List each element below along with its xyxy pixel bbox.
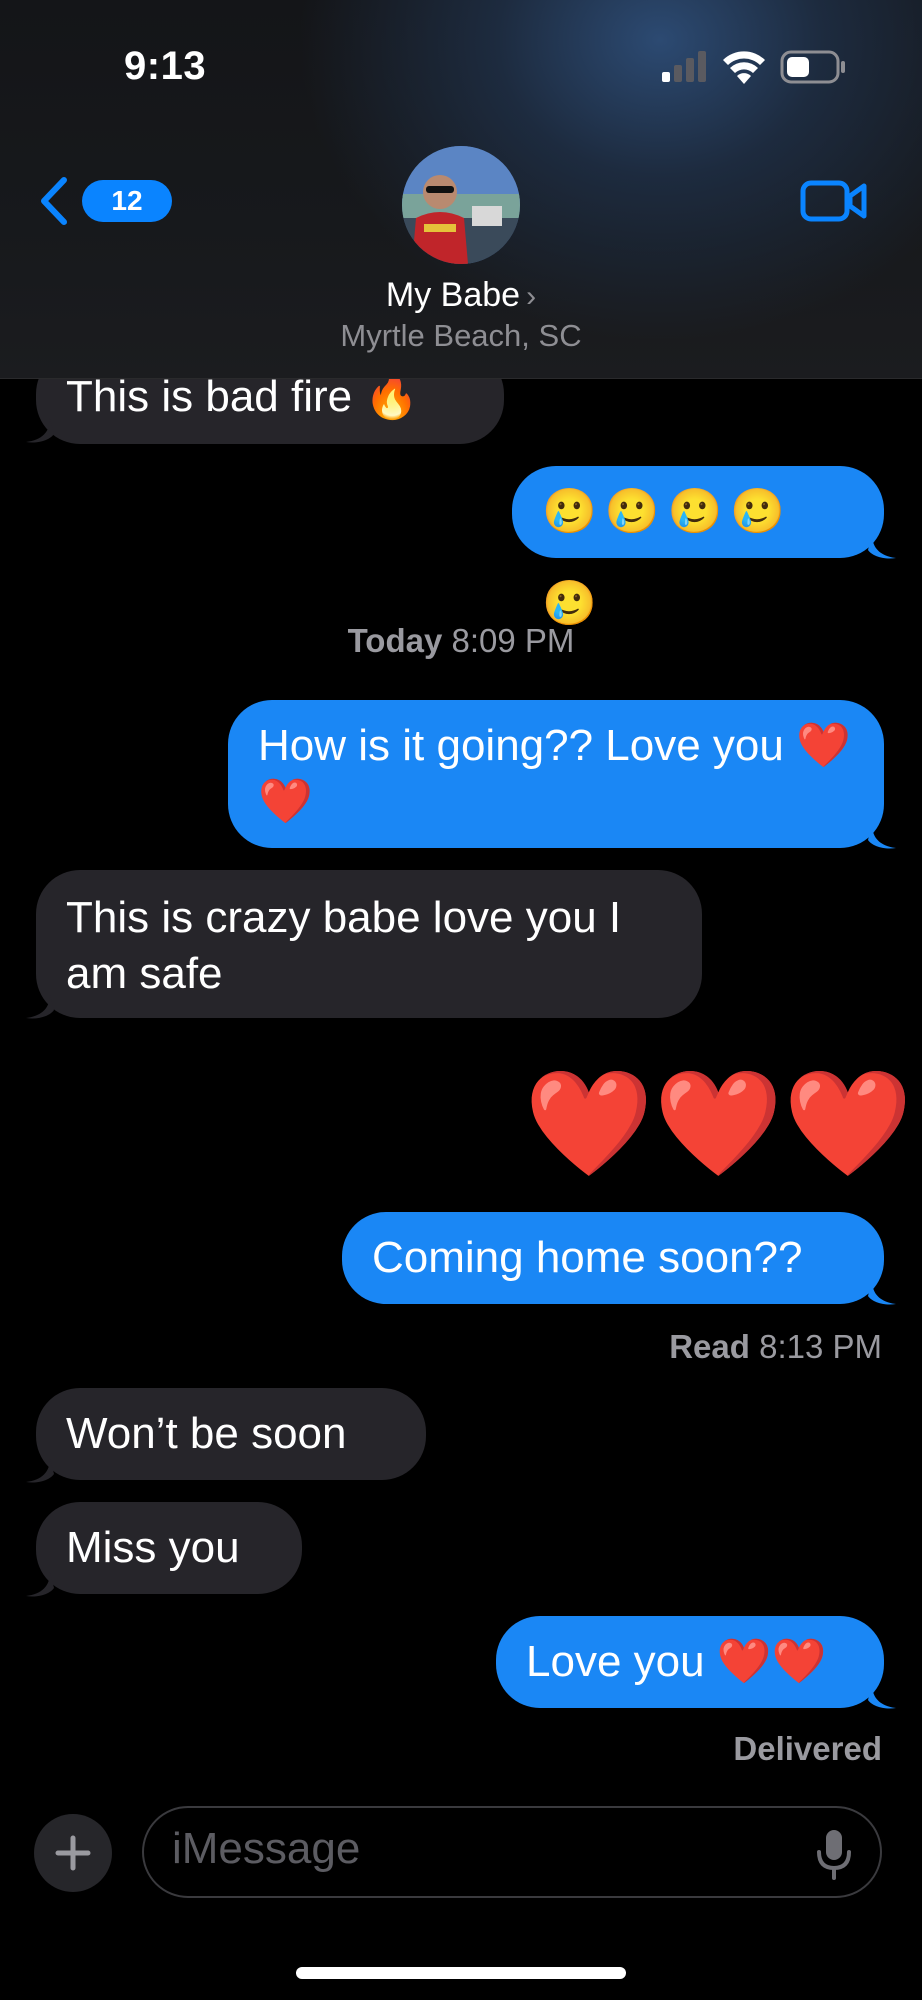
bubble-tail — [26, 994, 54, 1019]
message-bubble-incoming[interactable]: Miss you — [36, 1502, 302, 1594]
message-text: Miss you — [66, 1523, 240, 1572]
read-time: 8:13 PM — [759, 1328, 882, 1365]
wifi-icon — [723, 51, 765, 84]
timestamp-day: Today — [347, 622, 443, 659]
cellular-signal-icon — [662, 51, 706, 82]
input-placeholder: iMessage — [172, 1824, 361, 1873]
message-text: Coming home soon?? — [372, 1233, 803, 1282]
apps-plus-button[interactable] — [34, 1814, 112, 1892]
contact-name[interactable]: My Babe › — [0, 276, 922, 315]
message-text: How is it going?? Love you ❤️❤️ — [258, 721, 851, 826]
bubble-tail — [26, 418, 54, 443]
read-label: Read — [669, 1328, 750, 1365]
chevron-left-icon — [41, 177, 67, 225]
bubble-tail — [26, 1572, 54, 1597]
message-text: This is bad fire 🔥 — [66, 372, 420, 421]
bubble-tail — [868, 1684, 896, 1709]
message-bubble-outgoing[interactable]: 🥲🥲🥲🥲🥲 — [512, 466, 884, 628]
message-bubble-incoming[interactable]: Won’t be soon — [36, 1388, 426, 1480]
jumbo-emoji-message[interactable]: ❤️❤️❤️ — [524, 1064, 912, 1184]
home-indicator[interactable] — [296, 1967, 626, 1979]
battery-icon — [780, 50, 845, 84]
contact-avatar[interactable] — [402, 146, 520, 264]
microphone-icon[interactable] — [816, 1828, 852, 1880]
bubble-tail — [868, 1280, 896, 1305]
bubble-tail — [868, 824, 896, 849]
message-bubble-incoming[interactable]: This is crazy babe love you I am safe — [36, 870, 702, 1018]
message-text: Love you ❤️❤️ — [526, 1637, 827, 1686]
bubble-tail — [26, 1458, 54, 1483]
message-bubble-outgoing[interactable]: How is it going?? Love you ❤️❤️ — [228, 700, 884, 848]
unread-count-badge: 12 — [82, 180, 172, 222]
facetime-video-icon[interactable] — [800, 178, 868, 224]
contact-name-label: My Babe — [385, 276, 521, 314]
plus-icon — [55, 1835, 91, 1871]
bubble-tail — [868, 534, 896, 559]
chevron-right-icon: › — [526, 280, 537, 313]
contact-location: Myrtle Beach, SC — [340, 318, 582, 353]
message-text: 🥲🥲🥲🥲🥲 — [542, 487, 794, 628]
status-time: 9:13 — [124, 44, 207, 88]
message-text: This is crazy babe love you I am safe — [66, 893, 622, 998]
message-bubble-outgoing[interactable]: Coming home soon?? — [342, 1212, 884, 1304]
read-receipt: Read 8:13 PM — [669, 1328, 882, 1366]
delivered-status: Delivered — [733, 1730, 882, 1767]
message-bubble-outgoing[interactable]: Love you ❤️❤️ — [496, 1616, 884, 1708]
timestamp-divider: Today 8:09 PM — [0, 622, 922, 660]
message-text: Won’t be soon — [66, 1409, 347, 1458]
conversation-header: 9:13 12 My Babe › Myrtle Beach, SC — [0, 0, 922, 379]
avatar-photo-icon — [402, 146, 520, 264]
timestamp-time: 8:09 PM — [451, 622, 575, 659]
back-button[interactable]: 12 — [36, 172, 172, 230]
